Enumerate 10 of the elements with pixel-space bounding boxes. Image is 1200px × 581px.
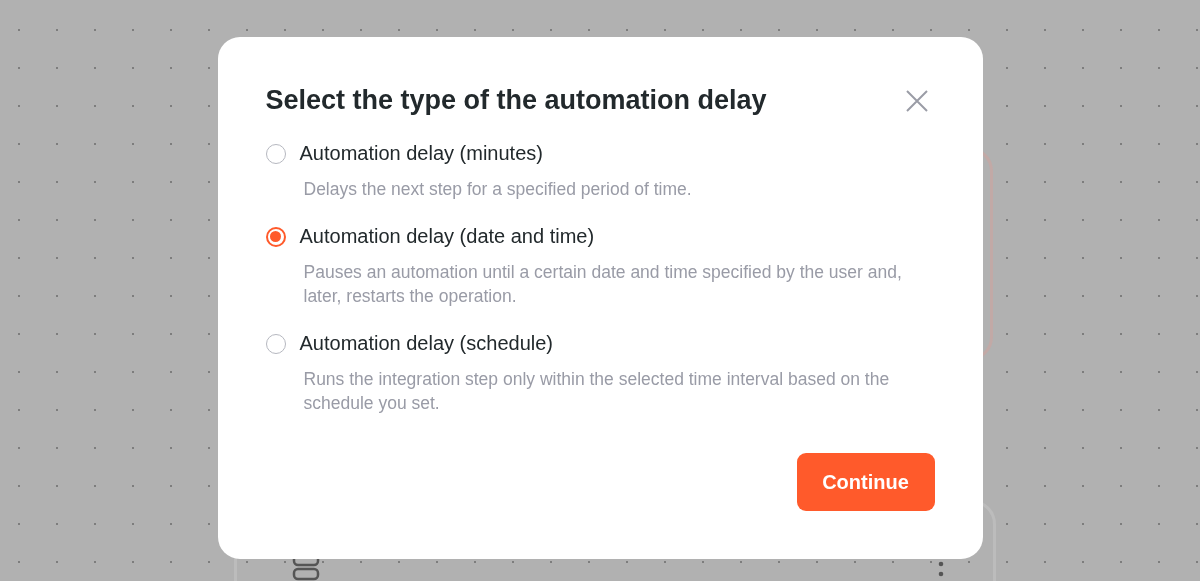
option-label[interactable]: Automation delay (schedule) — [299, 332, 553, 355]
dialog-title: Select the type of the automation delay — [265, 85, 767, 116]
option-description: Pauses an automation until a certain date and time specified by the user and, later, restarts the operation. — [303, 261, 903, 308]
option-label[interactable]: Automation delay (date and time) — [299, 225, 595, 248]
option-label[interactable]: Automation delay (minutes) — [299, 142, 543, 165]
radio-button[interactable] — [265, 226, 286, 247]
more-icon[interactable] — [938, 561, 944, 579]
close-icon[interactable] — [904, 88, 929, 113]
option-description: Runs the integration step only within the selected time interval based on the schedule you set. — [303, 368, 891, 415]
option-description: Delays the next step for a specified period of time. — [303, 178, 693, 201]
